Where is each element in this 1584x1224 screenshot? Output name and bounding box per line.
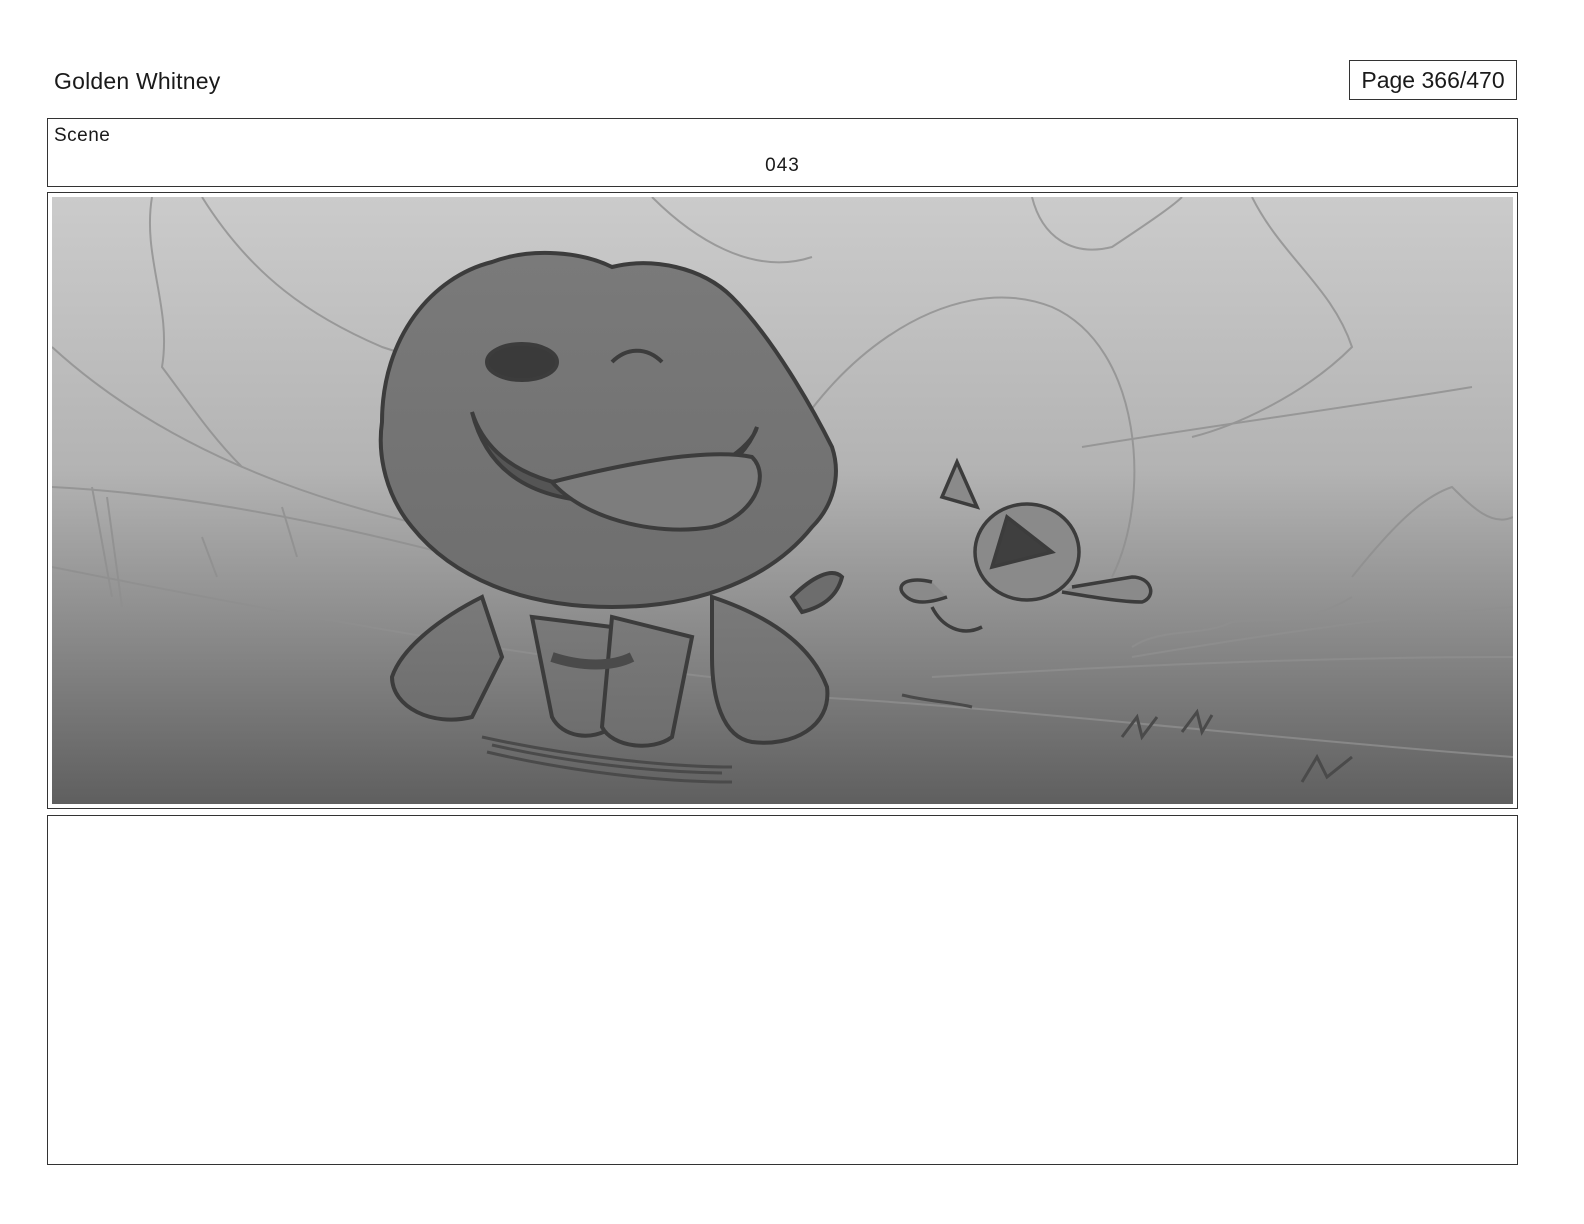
scene-number: 043	[765, 155, 800, 176]
notes-box[interactable]	[47, 815, 1518, 1165]
panel-sketch-image	[52, 197, 1513, 804]
scene-label: Scene	[54, 125, 111, 146]
page-counter: Page 366/470	[1349, 60, 1517, 100]
project-title: Golden Whitney	[54, 68, 221, 94]
storyboard-panel	[47, 192, 1518, 809]
scene-box: Scene 043	[47, 118, 1518, 187]
